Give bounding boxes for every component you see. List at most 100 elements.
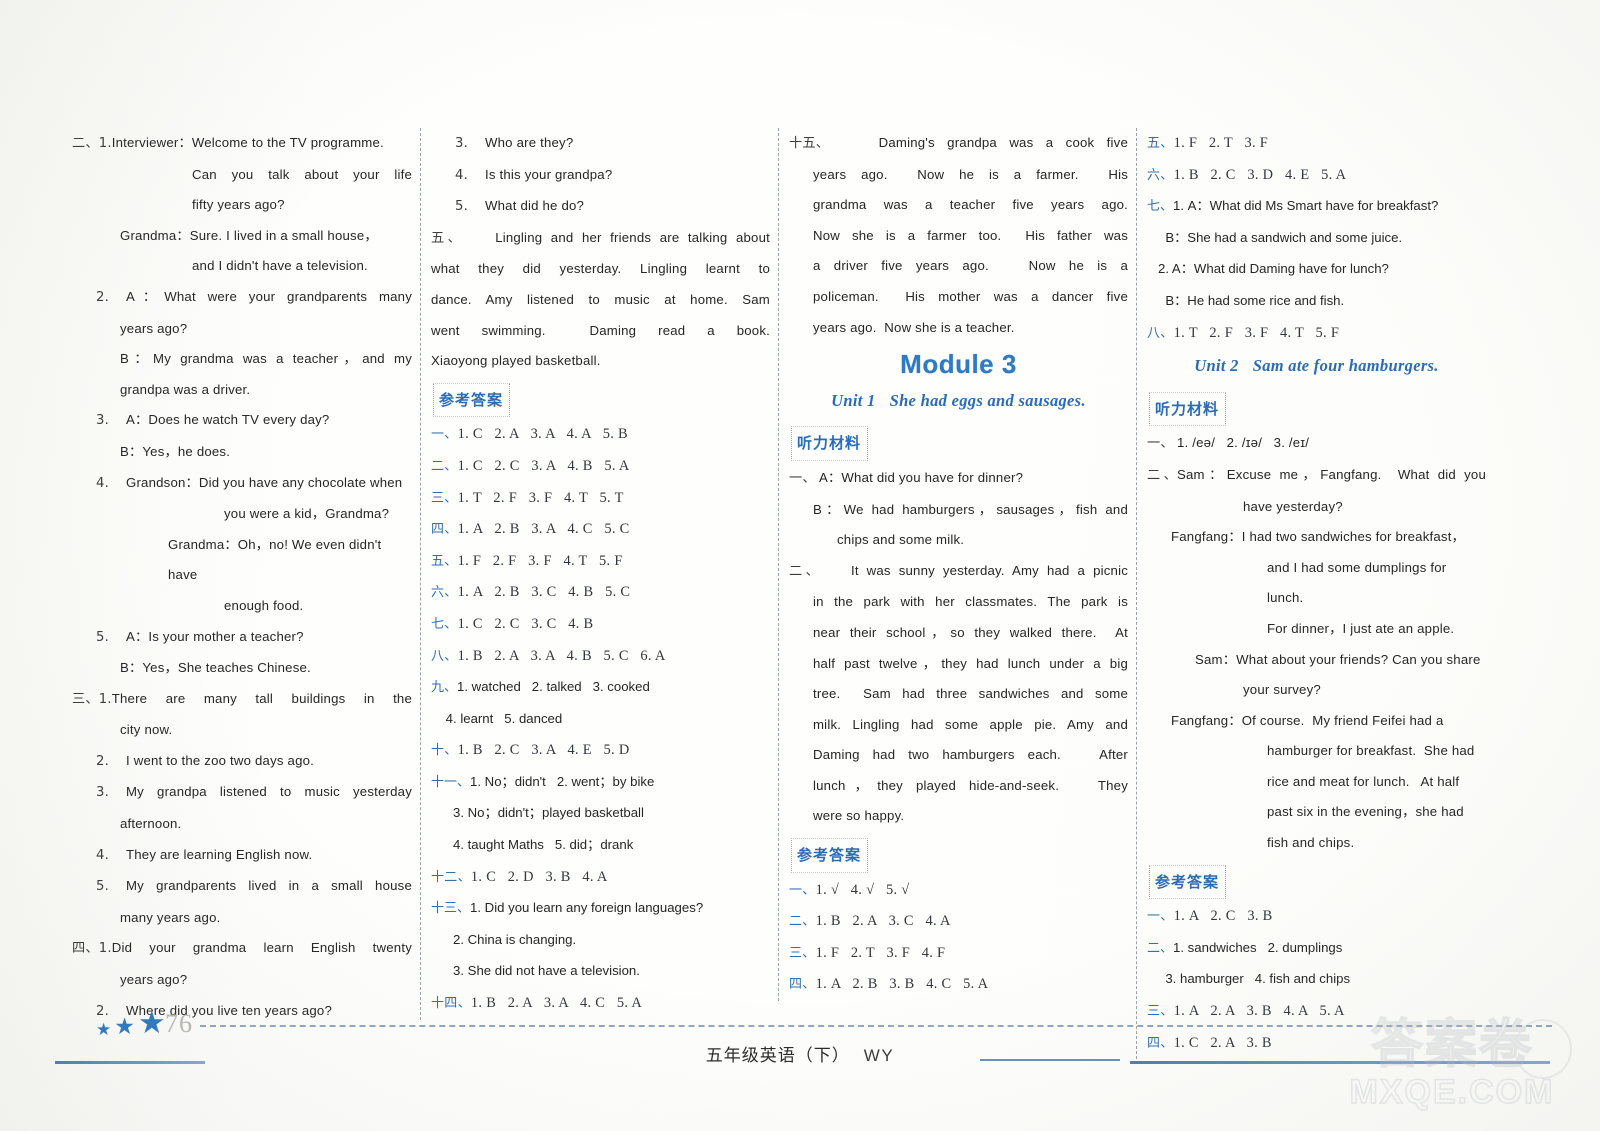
column-1: 二、1.Interviewer：Welcome to the TV progra…	[62, 128, 420, 1027]
line-text: years ago. Now she is a teacher.	[813, 319, 1015, 335]
line-text: Grandma：Sure. I lived in a small house，	[120, 227, 378, 243]
answer-row: B：She had a sandwich and some juice.	[1147, 223, 1486, 255]
answer-key-values: 1. A 2. B 3. A 4. C 5. C	[457, 521, 630, 538]
transcript-line: Daming had two hamburgers each. After	[789, 740, 1128, 771]
answer-key-number: 七、	[431, 616, 458, 632]
line-text: have yesterday?	[1243, 498, 1343, 514]
transcript-line: Fangfang：Of course. My friend Feifei had…	[1147, 706, 1486, 737]
reference-answers-header-unit2: 参考答案	[1149, 864, 1227, 900]
answer-row: 九、1. watched 2. talked 3. cooked	[431, 672, 770, 704]
answer-key-number: 十一、	[431, 774, 471, 790]
line-text: There are many tall buildings in the	[111, 690, 412, 706]
answer-key-number: 十二、	[431, 869, 471, 885]
line-index: 5.	[455, 199, 468, 215]
answer-key-values: 1. F 2. F 3. F 4. T 5. F	[457, 552, 623, 569]
line-text: and I had some dumplings for lunch.	[1267, 559, 1451, 606]
transcript-line: and I had some dumplings for lunch.	[1147, 553, 1486, 614]
column-2-answer-list: 一、1. C 2. A 3. A 4. A 5. B 二、1. C 2. C 3.…	[431, 419, 770, 1019]
transcript-line: went swimming. Daming read a book.	[431, 316, 770, 347]
answer-key-values: 3. She did not have a television.	[431, 963, 640, 979]
transcript-line: grandma was a teacher five years ago.	[789, 190, 1128, 221]
line-text: a driver five years ago. Now he is a	[813, 258, 1128, 274]
reference-answers-header: 参考答案	[433, 382, 511, 418]
transcript-line: 4. Is this your grandpa?	[431, 160, 770, 192]
line-text: years ago?	[120, 972, 188, 988]
line-text: What did he do?	[485, 198, 585, 214]
answer-key-values: 1. sandwiches 2. dumplings	[1173, 939, 1343, 955]
transcript-line: were so happy.	[789, 801, 1128, 832]
transcript-line: B：My grandma was a teacher，and my	[72, 344, 412, 375]
answer-key-number: 四、	[431, 522, 458, 538]
answer-row: 十一、1. No；didn't 2. went；by bike	[431, 767, 770, 799]
answer-key-page: 二、1.Interviewer：Welcome to the TV progra…	[0, 0, 1600, 1131]
column-2: 3. Who are they? 4. Is this your grandpa? 5.…	[420, 128, 778, 1020]
answer-key-values: 1. B 2. A 3. A 4. B 5. C 6. A	[457, 647, 666, 664]
transcript-line: many years ago.	[72, 903, 412, 934]
answer-row: 七、1. C 2. C 3. C 4. B	[431, 609, 770, 641]
answer-key-values: 3. No；didn't；played basketball	[431, 805, 644, 821]
transcript-line: Now she is a farmer too. His father was	[789, 221, 1128, 252]
line-index: 3.	[96, 413, 109, 429]
answer-row: 八、1. B 2. A 3. A 4. B 5. C 6. A	[431, 641, 770, 673]
line-text: Can you talk about your life	[192, 166, 412, 182]
line-text: Interviewer：Welcome to the TV programme.	[111, 135, 384, 150]
line-text: you were a kid，Grandma?	[224, 506, 390, 522]
transcript-line: you were a kid，Grandma?	[72, 499, 412, 530]
transcript-line: near their school，so they walked there. …	[789, 618, 1128, 649]
transcript-line: years ago. Now he is a farmer. His	[789, 160, 1128, 191]
line-text: dance. Amy listened to music at home. Sa…	[431, 291, 770, 307]
transcript-line: milk. Lingling had some apple pie. Amy a…	[789, 710, 1128, 741]
unit-2-title: Unit 2 Sam ate four hamburgers.	[1147, 351, 1486, 382]
line-text: 1. /eə/ 2. /ɪə/ 3. /eɪ/	[1177, 435, 1310, 451]
transcript-line: your survey?	[1147, 675, 1486, 706]
line-index: 二、	[1147, 467, 1177, 483]
column-3-unit1-listening: 一、 A：What did you have for dinner? B：We ha…	[789, 463, 1128, 832]
transcript-line: 十五、 Daming's grandpa was a cook five	[789, 128, 1128, 160]
page-number: 76	[165, 1009, 193, 1038]
transcript-line: Grandma：Oh，no! We even didn't have	[72, 530, 412, 591]
line-text: Sam：What about your friends? Can you sha…	[1195, 651, 1481, 667]
line-text: grandma was a teacher five years ago.	[813, 197, 1128, 213]
line-text: your survey?	[1243, 682, 1321, 698]
line-text: in the park with her classmates. The par…	[813, 594, 1128, 610]
answer-row: 三、1. F 2. T 3. F 4. F	[789, 938, 1128, 970]
transcript-line: 3. My grandpa listened to music yesterday	[72, 777, 412, 809]
line-text: near their school，so they walked there. …	[813, 624, 1128, 640]
column-4: 五、1. F 2. T 3. F 六、1. B 2. C 3. D 4. E 5.…	[1136, 128, 1494, 1060]
line-index: 4.	[96, 847, 109, 863]
column-3-answer-list: 一、1. √ 4. √ 5. √ 二、1. B 2. A 3. C 4. A 三、1…	[789, 875, 1128, 1001]
transcript-line: city now.	[72, 715, 412, 746]
line-text: years ago. Now he is a farmer. His	[813, 166, 1128, 182]
answer-row: 四、1. A 2. B 3. A 4. C 5. C	[431, 514, 770, 546]
answer-key-number: 一、	[789, 882, 816, 898]
transcript-line: 四、1.Did your grandma learn English twent…	[72, 933, 412, 965]
answer-key-values: 1. T 2. F 3. F 4. T 5. F	[1173, 324, 1340, 341]
transcript-line: grandpa was a driver.	[72, 375, 412, 406]
footer-rule-right	[1130, 1061, 1550, 1064]
line-text: hamburger for breakfast. She had	[1267, 743, 1475, 759]
transcript-line: Grandma：Sure. I lived in a small house，	[72, 221, 412, 252]
answer-row: 十、1. B 2. C 3. A 4. E 5. D	[431, 735, 770, 767]
line-text: years ago?	[120, 320, 188, 336]
line-text: and I didn't have a television.	[192, 258, 368, 274]
column-3-listening-text: 十五、 Daming's grandpa was a cook five year…	[789, 128, 1128, 343]
answer-row: 六、1. A 2. B 3. C 4. B 5. C	[431, 577, 770, 609]
answer-key-number: 十、	[431, 743, 458, 759]
answer-row: 十二、1. C 2. D 3. B 4. A	[431, 862, 770, 894]
answer-row: 4. taught Maths 5. did；drank	[431, 830, 770, 862]
listening-material-header-unit1: 听力材料	[791, 426, 869, 461]
line-text: Who are they?	[485, 135, 574, 150]
line-text: My grandpa listened to music yesterday	[126, 784, 412, 800]
answer-key-number: 一、	[431, 427, 458, 443]
answer-key-values: 4. learnt 5. danced	[431, 710, 563, 726]
transcript-line: 4. Grandson：Did you have any chocolate wh…	[72, 468, 412, 500]
transcript-line: Sam：What about your friends? Can you sha…	[1147, 645, 1486, 676]
line-text: It was sunny yesterday. Amy had a picnic	[819, 562, 1128, 578]
answer-row: 3. She did not have a television.	[431, 956, 770, 988]
line-text: Grandson：Did you have any chocolate when	[126, 474, 403, 490]
unit-1-number: Unit 1	[831, 390, 876, 410]
line-text: A：What did you have for dinner?	[819, 469, 1024, 485]
line-text: B：Yes，She teaches Chinese.	[120, 660, 311, 676]
line-text: Is this your grandpa?	[485, 166, 613, 182]
answer-row: 4. learnt 5. danced	[431, 704, 770, 736]
